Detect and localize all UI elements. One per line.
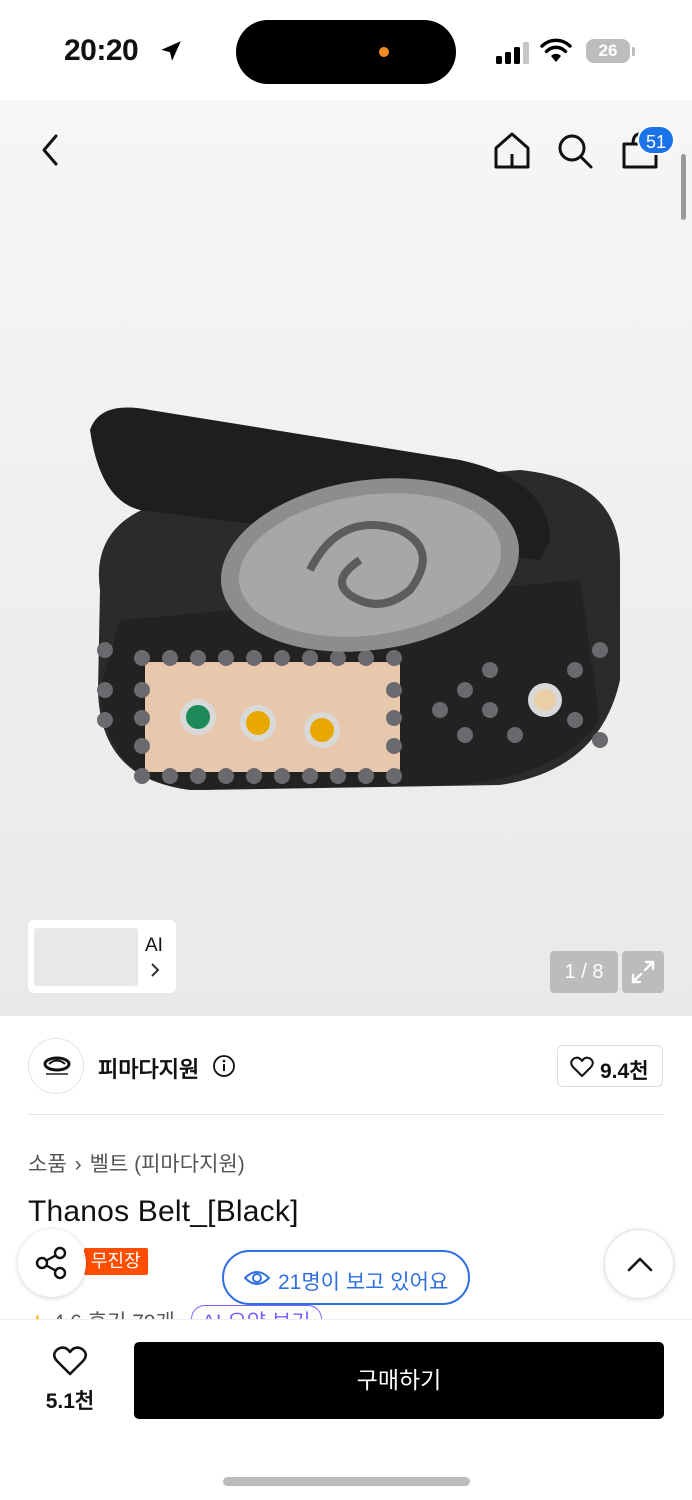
buy-button[interactable]: 구매하기 <box>134 1342 664 1419</box>
eye-icon <box>244 1271 270 1285</box>
privacy-indicator <box>379 47 389 57</box>
image-counter: 1 / 8 <box>550 951 618 993</box>
ai-summary-button[interactable]: AI 요약 보기 <box>190 1305 322 1321</box>
viewers-pill: 21명이 보고 있어요 <box>222 1250 470 1305</box>
breadcrumb-subcategory[interactable]: 벨트 (피마다지원) <box>90 1153 245 1176</box>
share-button[interactable] <box>18 1229 86 1297</box>
shipping-tag: 무진장 <box>84 1248 148 1275</box>
chevron-up-icon <box>627 1257 653 1272</box>
brand-like-button[interactable]: 9.4천 <box>557 1045 663 1087</box>
search-icon[interactable] <box>556 132 594 170</box>
brand-logo[interactable] <box>28 1038 84 1094</box>
cellular-signal-icon <box>496 42 529 64</box>
breadcrumb-category[interactable]: 소품 <box>28 1153 67 1176</box>
viewers-text: 21명이 보고 있어요 <box>278 1271 449 1294</box>
belt-product-photo <box>90 407 620 790</box>
back-icon[interactable] <box>34 130 64 170</box>
chevron-right-icon: › <box>74 1153 82 1176</box>
scroll-to-top-button[interactable] <box>604 1229 674 1299</box>
chevron-right-icon <box>151 963 160 977</box>
cart-count-badge: 51 <box>637 125 676 155</box>
ai-label: AI <box>145 935 163 956</box>
info-icon[interactable] <box>213 1055 235 1077</box>
heart-icon[interactable] <box>52 1345 88 1377</box>
brand-logo-mark <box>43 1056 71 1075</box>
brand-name[interactable]: 피마다지원 <box>98 1052 199 1084</box>
battery-cap <box>632 47 635 56</box>
expand-button[interactable] <box>622 951 664 993</box>
share-icon <box>35 1246 67 1280</box>
home-icon[interactable] <box>492 130 532 170</box>
scrollbar[interactable] <box>681 154 686 220</box>
battery-level: 26 <box>598 41 618 60</box>
status-bar: 20:20 26 <box>0 0 692 100</box>
thumbnail-image[interactable] <box>34 928 138 986</box>
battery-icon: 26 <box>586 39 630 63</box>
heart-icon <box>570 1056 594 1077</box>
wifi-icon <box>540 38 572 62</box>
brand-like-count: 9.4천 <box>600 1060 649 1083</box>
expand-icon <box>631 960 655 984</box>
status-time: 20:20 <box>64 34 139 67</box>
breadcrumb: 소품 › 벨트 (피마다지원) <box>28 1148 245 1178</box>
like-count: 5.1천 <box>45 1390 95 1413</box>
divider <box>28 1114 664 1115</box>
home-indicator[interactable] <box>223 1477 470 1486</box>
rating-row[interactable]: ★ 4.6 후기 79개 AI 요약 보기 <box>28 1305 368 1321</box>
product-title: Thanos Belt_[Black] <box>28 1195 299 1228</box>
dynamic-island <box>236 20 456 84</box>
location-arrow-icon <box>161 41 181 61</box>
